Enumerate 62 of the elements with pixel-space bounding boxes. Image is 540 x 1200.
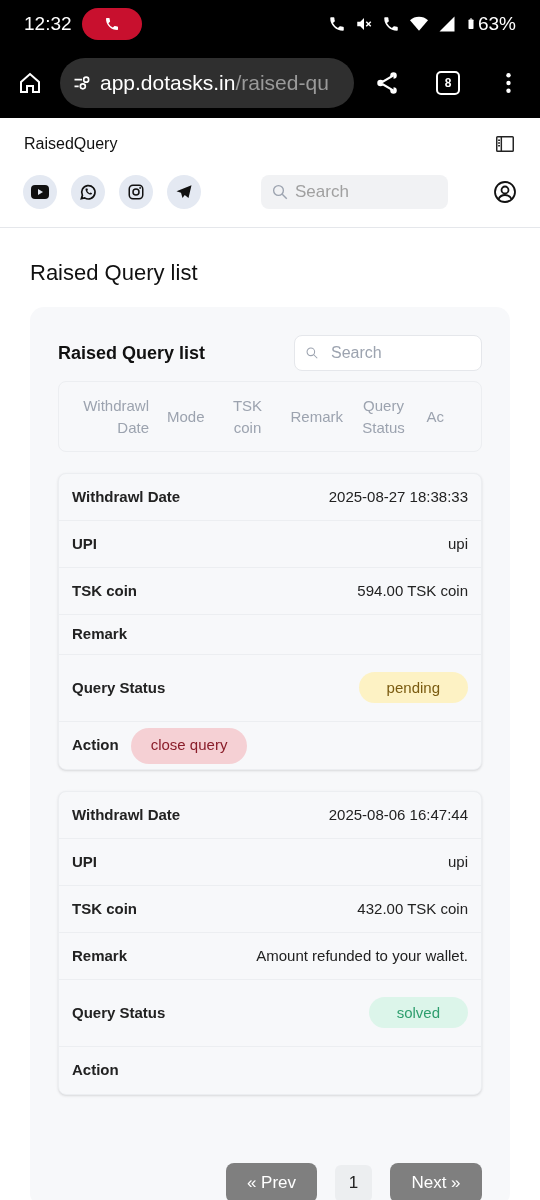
tab-count-button[interactable]: 8 <box>436 71 460 95</box>
user-icon <box>493 180 517 204</box>
battery-percent: 63% <box>477 11 516 36</box>
prev-button[interactable]: « Prev <box>226 1163 317 1200</box>
field-label: Action <box>72 735 119 756</box>
field-value: 2025-08-06 16:47:44 <box>328 806 468 823</box>
address-bar[interactable]: app.dotasks.in/raised-qu <box>60 58 354 108</box>
share-icon <box>374 70 400 96</box>
field-label: Remark <box>72 945 128 966</box>
field-label: UPI <box>72 851 97 872</box>
panel-search-field[interactable]: Search <box>294 335 482 371</box>
home-icon <box>18 71 42 95</box>
column-header: Ac <box>426 406 445 427</box>
telegram-button[interactable] <box>167 175 201 209</box>
status-badge: solved <box>368 997 468 1028</box>
page-button[interactable]: 1 <box>335 1164 372 1200</box>
field-label: TSK coin <box>72 898 137 919</box>
paper-plane-icon <box>175 183 193 201</box>
youtube-button[interactable] <box>23 175 57 209</box>
field-label: Action <box>72 1060 119 1081</box>
camera-icon <box>127 183 145 201</box>
app-title: RaisedQuery <box>24 134 118 154</box>
field-label: TSK coin <box>72 580 137 601</box>
field-value: 594.00 TSK coin <box>357 582 468 599</box>
field-label: Query Status <box>72 1002 166 1023</box>
field-value: 2025-08-27 18:38:33 <box>328 488 468 505</box>
call-pill[interactable] <box>81 8 142 40</box>
next-button[interactable]: Next » <box>390 1163 482 1200</box>
field-value: Amount refunded to your wallet. <box>256 947 468 964</box>
phone-icon <box>103 16 120 32</box>
field-value: upi <box>447 535 468 552</box>
field-value: upi <box>447 853 468 870</box>
url-text: app.dotasks.in/raised-qu <box>100 70 329 97</box>
page-title: Raised Query list <box>29 259 199 287</box>
sidebar-icon <box>494 133 516 155</box>
panel-title: Raised Query list <box>58 341 206 365</box>
clock: 12:32 <box>24 11 72 36</box>
whatsapp-button[interactable] <box>71 175 105 209</box>
search-icon <box>305 346 319 360</box>
search-icon <box>271 183 289 201</box>
field-label: Remark <box>72 624 128 645</box>
column-header: Query Status <box>361 395 406 438</box>
close-query-button[interactable]: close query <box>130 727 248 764</box>
column-header: Remark <box>290 406 341 427</box>
instagram-button[interactable] <box>119 175 153 209</box>
column-header: Mode <box>167 406 205 427</box>
more-icon <box>506 73 511 93</box>
field-value: 432.00 TSK coin <box>357 900 468 917</box>
wifi-icon <box>408 15 429 33</box>
play-icon <box>31 185 49 199</box>
column-header: Withdrawl Date <box>82 395 149 438</box>
column-header: TSK coin <box>231 395 264 438</box>
field-label: Withdrawl Date <box>72 804 181 825</box>
search-field[interactable]: Search <box>261 175 448 209</box>
tune-icon <box>72 73 92 93</box>
call-icon <box>381 15 400 33</box>
signal-icon <box>437 15 456 33</box>
status-badge: pending <box>358 672 468 703</box>
field-label: Query Status <box>72 677 166 698</box>
field-label: UPI <box>72 533 97 554</box>
field-label: Withdrawl Date <box>72 486 181 507</box>
chat-phone-icon <box>78 182 98 202</box>
